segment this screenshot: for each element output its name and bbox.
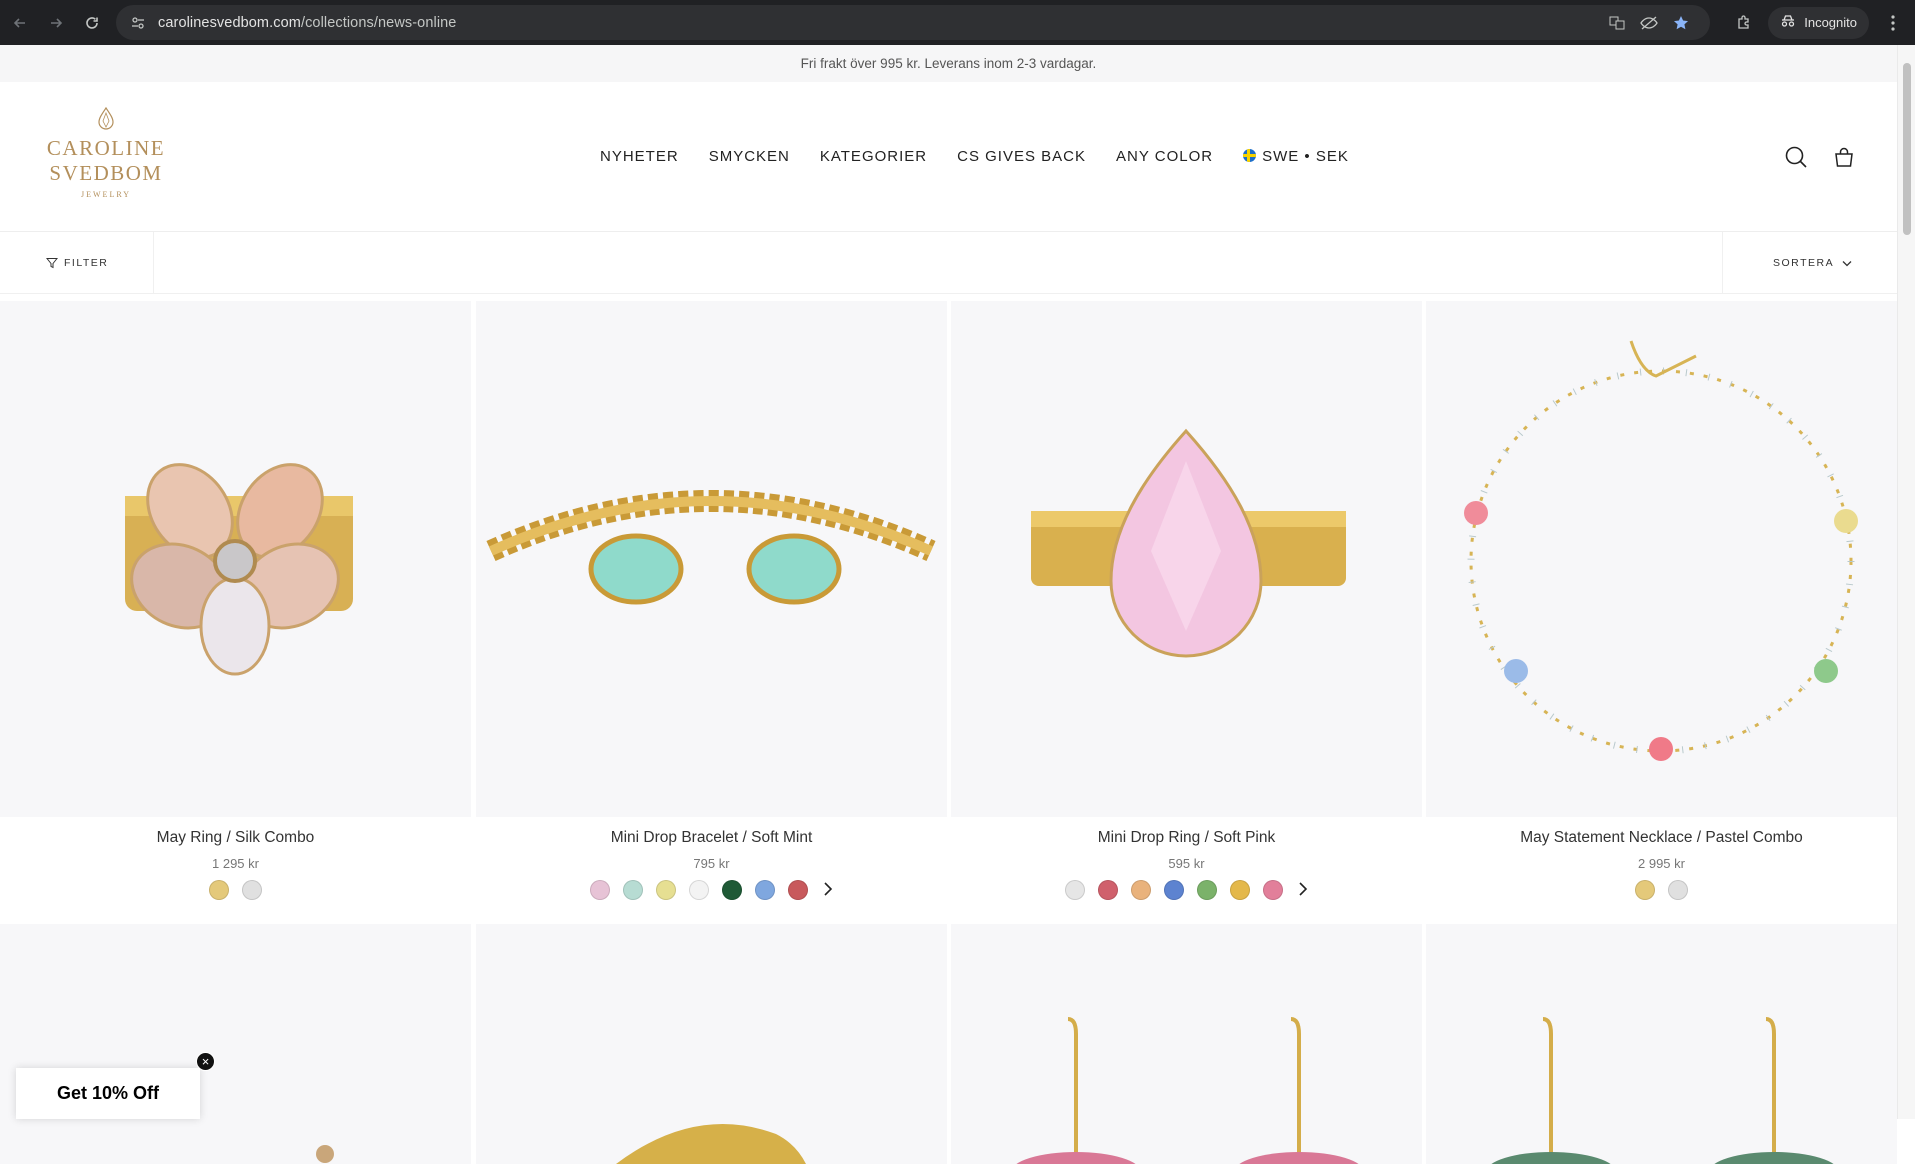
site-info-icon[interactable] [130, 15, 146, 31]
product-image[interactable] [0, 924, 471, 1164]
announcement-bar: Fri frakt över 995 kr. Leverans inom 2-3… [0, 45, 1897, 82]
product-price: 795 kr [693, 856, 730, 871]
product-partial-illustration [1016, 1017, 1359, 1164]
product-image[interactable] [1426, 301, 1897, 817]
nav-item-any-color[interactable]: ANY COLOR [1116, 148, 1213, 165]
nav-item-cs-gives-back[interactable]: CS GIVES BACK [957, 148, 1086, 165]
color-swatch[interactable] [1635, 880, 1655, 900]
incognito-badge[interactable]: Incognito [1768, 6, 1869, 39]
browser-menu-icon[interactable] [1883, 13, 1903, 33]
chevron-right-icon[interactable] [1298, 880, 1308, 901]
reload-icon[interactable] [74, 5, 110, 41]
product-image[interactable] [951, 924, 1422, 1164]
color-swatch[interactable] [623, 880, 643, 900]
main-navigation: NYHETER SMYCKEN KATEGORIER CS GIVES BACK… [600, 148, 1349, 165]
sweden-flag-icon [1243, 149, 1257, 162]
color-swatch[interactable] [1065, 880, 1085, 900]
color-swatch[interactable] [1164, 880, 1184, 900]
scrollbar[interactable] [1897, 45, 1915, 1119]
product-image[interactable] [951, 301, 1422, 817]
chevron-right-icon[interactable] [823, 880, 833, 901]
scrollbar-thumb[interactable] [1903, 63, 1911, 235]
logo-line-1: CAROLINE [46, 136, 166, 160]
color-swatch[interactable] [1131, 880, 1151, 900]
product-price: 1 295 kr [212, 856, 259, 871]
color-swatch[interactable] [1197, 880, 1217, 900]
color-swatch[interactable] [722, 880, 742, 900]
sort-label: SORTERA [1773, 257, 1835, 269]
color-swatches [0, 879, 471, 901]
nav-item-nyheter[interactable]: NYHETER [600, 148, 679, 165]
product-card[interactable]: Mini Drop Ring / Soft Pink 595 kr [951, 301, 1422, 901]
product-title[interactable]: May Statement Necklace / Pastel Combo [1426, 829, 1897, 847]
filter-button[interactable]: FILTER [0, 232, 154, 294]
filter-bar: FILTER SORTERA [0, 232, 1897, 294]
color-swatch[interactable] [755, 880, 775, 900]
product-title[interactable]: May Ring / Silk Combo [0, 829, 471, 847]
logo-drop-icon [98, 106, 114, 130]
product-card[interactable]: Mini Drop Bracelet / Soft Mint 795 kr [476, 301, 947, 901]
nav-item-kategorier[interactable]: KATEGORIER [820, 148, 927, 165]
forward-arrow-icon[interactable] [38, 5, 74, 41]
color-swatches [951, 879, 1422, 901]
tracking-protection-icon[interactable] [1640, 14, 1658, 32]
chevron-down-icon [1842, 260, 1852, 266]
browser-toolbar: carolinesvedbom.com/collections/news-onl… [0, 0, 1915, 45]
product-partial-illustration [1491, 1017, 1834, 1164]
site-header: CAROLINE SVEDBOM JEWELRY NYHETER SMYCKEN… [0, 82, 1897, 232]
color-swatch[interactable] [656, 880, 676, 900]
product-price: 595 kr [1168, 856, 1205, 871]
color-swatches [476, 879, 947, 901]
search-icon[interactable] [1783, 144, 1809, 170]
close-icon[interactable]: × [196, 1052, 215, 1071]
product-title[interactable]: Mini Drop Ring / Soft Pink [951, 829, 1422, 847]
locale-label: SWE • SEK [1262, 148, 1349, 165]
translate-icon[interactable] [1608, 14, 1626, 32]
color-swatch[interactable] [689, 880, 709, 900]
locale-selector[interactable]: SWE • SEK [1243, 148, 1349, 165]
color-swatch[interactable] [590, 880, 610, 900]
color-swatch[interactable] [1098, 880, 1118, 900]
brand-logo[interactable]: CAROLINE SVEDBOM JEWELRY [44, 106, 168, 199]
sort-button[interactable]: SORTERA [1722, 232, 1897, 294]
incognito-label: Incognito [1804, 15, 1857, 30]
url-text: carolinesvedbom.com/collections/news-onl… [158, 14, 457, 31]
back-arrow-icon[interactable] [2, 5, 38, 41]
color-swatch[interactable] [209, 880, 229, 900]
product-partial-illustration [316, 1145, 334, 1163]
product-card[interactable]: May Statement Necklace / Pastel Combo 2 … [1426, 301, 1897, 901]
nav-item-smycken[interactable]: SMYCKEN [709, 148, 790, 165]
address-bar[interactable]: carolinesvedbom.com/collections/news-onl… [116, 5, 1710, 40]
product-image[interactable] [0, 301, 471, 817]
color-swatch[interactable] [1230, 880, 1250, 900]
product-image[interactable] [1426, 924, 1897, 1164]
product-partial-illustration [616, 1124, 806, 1164]
filter-funnel-icon [46, 258, 58, 269]
bracelet-illustration [486, 490, 936, 605]
product-image[interactable] [476, 301, 947, 817]
product-price: 2 995 kr [1638, 856, 1685, 871]
flower-ring-illustration [125, 463, 353, 676]
color-swatches [1426, 879, 1897, 901]
extensions-icon[interactable] [1734, 13, 1754, 33]
necklace-illustration [1464, 340, 1858, 761]
color-swatch[interactable] [1263, 880, 1283, 900]
color-swatch[interactable] [242, 880, 262, 900]
cart-bag-icon[interactable] [1831, 144, 1857, 170]
product-card[interactable]: May Ring / Silk Combo 1 295 kr [0, 301, 471, 901]
logo-line-3: JEWELRY [81, 190, 131, 199]
discount-popup-button[interactable]: Get 10% Off [16, 1068, 200, 1119]
product-image[interactable] [476, 924, 947, 1164]
color-swatch[interactable] [788, 880, 808, 900]
incognito-icon [1780, 14, 1796, 31]
drop-ring-illustration [1031, 428, 1346, 658]
filter-label: FILTER [64, 257, 109, 269]
product-title[interactable]: Mini Drop Bracelet / Soft Mint [476, 829, 947, 847]
color-swatch[interactable] [1668, 880, 1688, 900]
bookmark-star-icon[interactable] [1672, 14, 1690, 32]
logo-line-2: SVEDBOM [49, 161, 163, 185]
